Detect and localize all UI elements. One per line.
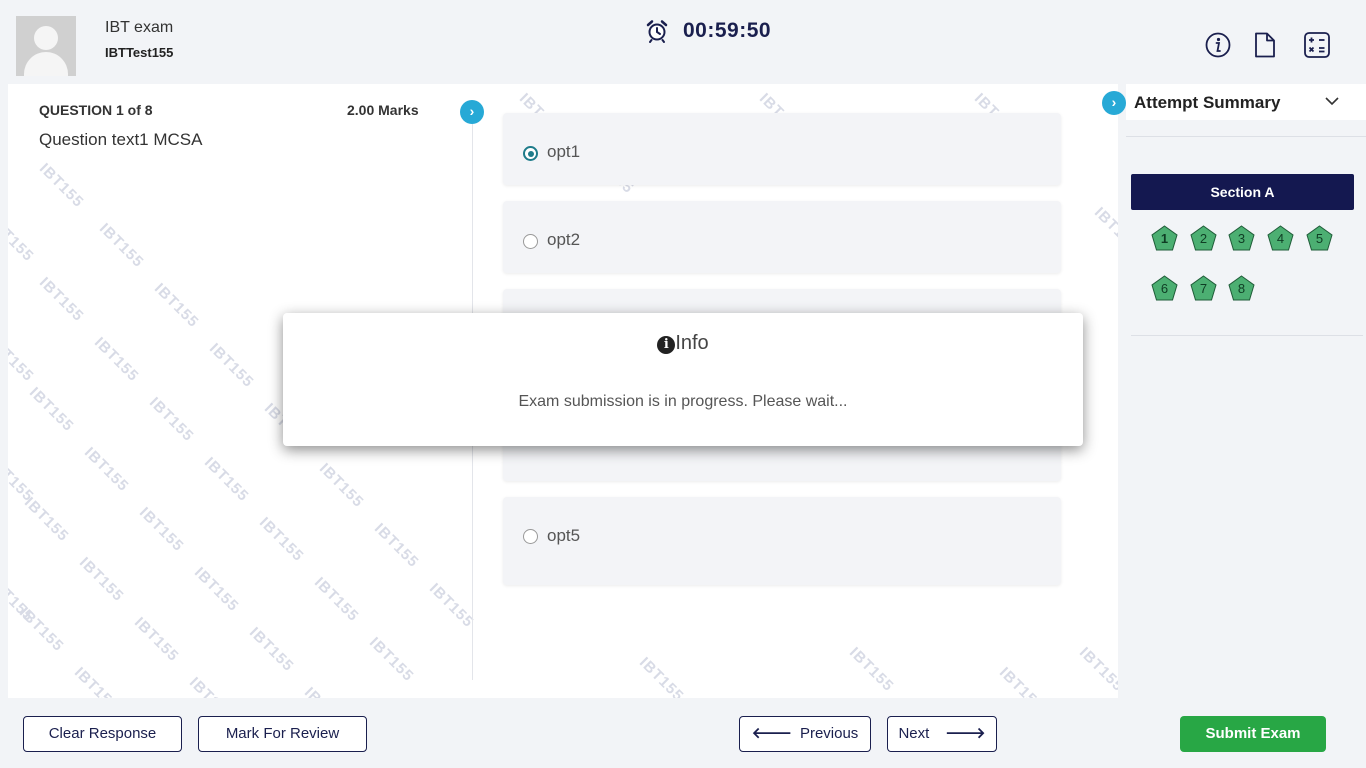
watermark-text: IBT155 — [20, 494, 73, 546]
question-palette-item-4[interactable]: 4 — [1267, 225, 1294, 251]
watermark-text: IBT155 — [190, 564, 243, 616]
question-text: Question text1 MCSA — [39, 130, 203, 149]
question-palette-number: 5 — [1315, 231, 1324, 246]
previous-button[interactable]: 🡐 Previous — [739, 716, 871, 752]
question-palette-number: 1 — [1160, 231, 1169, 246]
info-dialog: i Info Exam submission is in progress. Pl… — [283, 313, 1083, 446]
exam-name: IBT exam — [105, 19, 174, 36]
info-circle-icon: i — [657, 336, 676, 354]
info-icon[interactable] — [1204, 31, 1232, 59]
watermark-text: IBT155 — [301, 684, 352, 698]
arrow-left-icon: 🡐 — [751, 725, 792, 742]
watermark-text: IBT155 — [90, 334, 143, 386]
watermark-text: IBT155 — [35, 274, 88, 326]
timer: 00:59:50 — [645, 19, 771, 43]
question-palette-number: 2 — [1199, 231, 1208, 246]
option-1-label: opt1 — [547, 142, 581, 161]
calculator-icon[interactable] — [1303, 31, 1331, 59]
watermark-text: IBT155 — [75, 554, 128, 606]
watermark-text: IBT155 — [135, 504, 188, 556]
watermark-text: IBT155 — [186, 674, 237, 698]
question-palette-number: 6 — [1160, 281, 1169, 296]
question-palette-item-8[interactable]: 8 — [1228, 275, 1255, 301]
timer-text: 00:59:50 — [683, 19, 772, 42]
watermark-text: IBT155 — [130, 614, 183, 666]
watermark-text: IBT155 — [310, 574, 363, 626]
arrow-right-icon: 🡒 — [945, 725, 986, 742]
watermark-text: IBT155 — [995, 664, 1048, 698]
previous-label: Previous — [799, 725, 859, 742]
watermark-text: IBT155 — [15, 604, 68, 656]
header: IBT exam IBTTest155 00:59:50 — [0, 0, 1366, 84]
avatar — [16, 16, 76, 76]
watermark-text: IBT155 — [205, 340, 258, 392]
collapse-sidebar-toggle[interactable]: › — [1102, 91, 1126, 115]
divider — [1126, 136, 1366, 137]
watermark-text: IBT155 — [245, 624, 298, 676]
watermark-text: IBT155 — [1090, 204, 1118, 256]
document-icon[interactable] — [1251, 31, 1279, 59]
question-palette-number: 4 — [1276, 231, 1285, 246]
option-5-radio[interactable] — [523, 529, 538, 544]
chevron-down-icon[interactable] — [1324, 93, 1340, 109]
question-palette-item-2[interactable]: 2 — [1190, 225, 1217, 251]
next-button[interactable]: Next 🡒 — [887, 716, 997, 752]
watermark-text: IBT155 — [635, 654, 688, 698]
watermark-text: IBT155 — [95, 220, 148, 272]
watermark-text: IBT155 — [845, 644, 898, 696]
watermark-text: IBT155 — [25, 384, 78, 436]
attempt-summary-header[interactable]: Attempt Summary — [1126, 84, 1366, 120]
expand-question-toggle[interactable]: › — [460, 100, 484, 124]
question-number: QUESTION 1 of 8 — [39, 102, 153, 118]
watermark-text: IBT155 — [370, 520, 423, 572]
mark-for-review-button[interactable]: Mark For Review — [198, 716, 367, 752]
question-palette-number: 7 — [1199, 281, 1208, 296]
watermark-text: IBT155 — [8, 334, 38, 386]
watermark-text: IBT155 — [80, 444, 133, 496]
question-palette-number: 8 — [1237, 281, 1246, 296]
divider — [1131, 335, 1363, 336]
watermark-text: IBT155 — [255, 514, 308, 566]
watermark-text: IBT155 — [200, 454, 253, 506]
alarm-clock-icon — [646, 20, 668, 43]
question-palette-item-3[interactable]: 3 — [1228, 225, 1255, 251]
question-palette-number: 3 — [1237, 231, 1246, 246]
attempt-summary-title: Attempt Summary — [1134, 93, 1281, 112]
attempt-summary-panel: Attempt Summary Section A 1 2 3 4 5 6 7 8 — [1126, 84, 1366, 698]
question-palette-item-5[interactable]: 5 — [1306, 225, 1333, 251]
option-1-radio[interactable] — [523, 146, 538, 161]
next-label: Next — [898, 725, 930, 742]
section-a-button[interactable]: Section A — [1131, 174, 1354, 210]
watermark-text: IBT155 — [150, 280, 203, 332]
watermark-text: IBT155 — [70, 664, 123, 698]
watermark-text: IBT155 — [425, 580, 478, 632]
clear-response-button[interactable]: Clear Response — [23, 716, 182, 752]
watermark-text: IBT155 — [8, 214, 38, 266]
submit-exam-button[interactable]: Submit Exam — [1180, 716, 1326, 752]
dialog-message: Exam submission is in progress. Please w… — [518, 393, 848, 410]
option-5-label: opt5 — [547, 526, 581, 545]
question-palette-item-6[interactable]: 6 — [1151, 275, 1178, 301]
option-2-radio[interactable] — [523, 234, 538, 249]
dialog-title: i Info — [283, 332, 1083, 355]
watermark-text: IBT155 — [1075, 644, 1118, 696]
dialog-title-text: Info — [675, 332, 709, 354]
test-code: IBTTest155 — [105, 45, 174, 60]
option-2-label: opt2 — [547, 230, 581, 249]
watermark-text: IBT155 — [145, 394, 198, 446]
question-palette-item-7[interactable]: 7 — [1190, 275, 1217, 301]
option-5[interactable]: opt5 — [503, 497, 1061, 585]
option-2[interactable]: opt2 — [503, 201, 1061, 273]
option-1[interactable]: opt1 — [503, 113, 1061, 185]
watermark-text: IBT155 — [315, 460, 368, 512]
question-marks: 2.00 Marks — [347, 102, 419, 118]
watermark-text: IBT155 — [35, 160, 88, 212]
question-palette-item-1[interactable]: 1 — [1151, 225, 1178, 251]
watermark-text: IBT155 — [365, 634, 418, 686]
